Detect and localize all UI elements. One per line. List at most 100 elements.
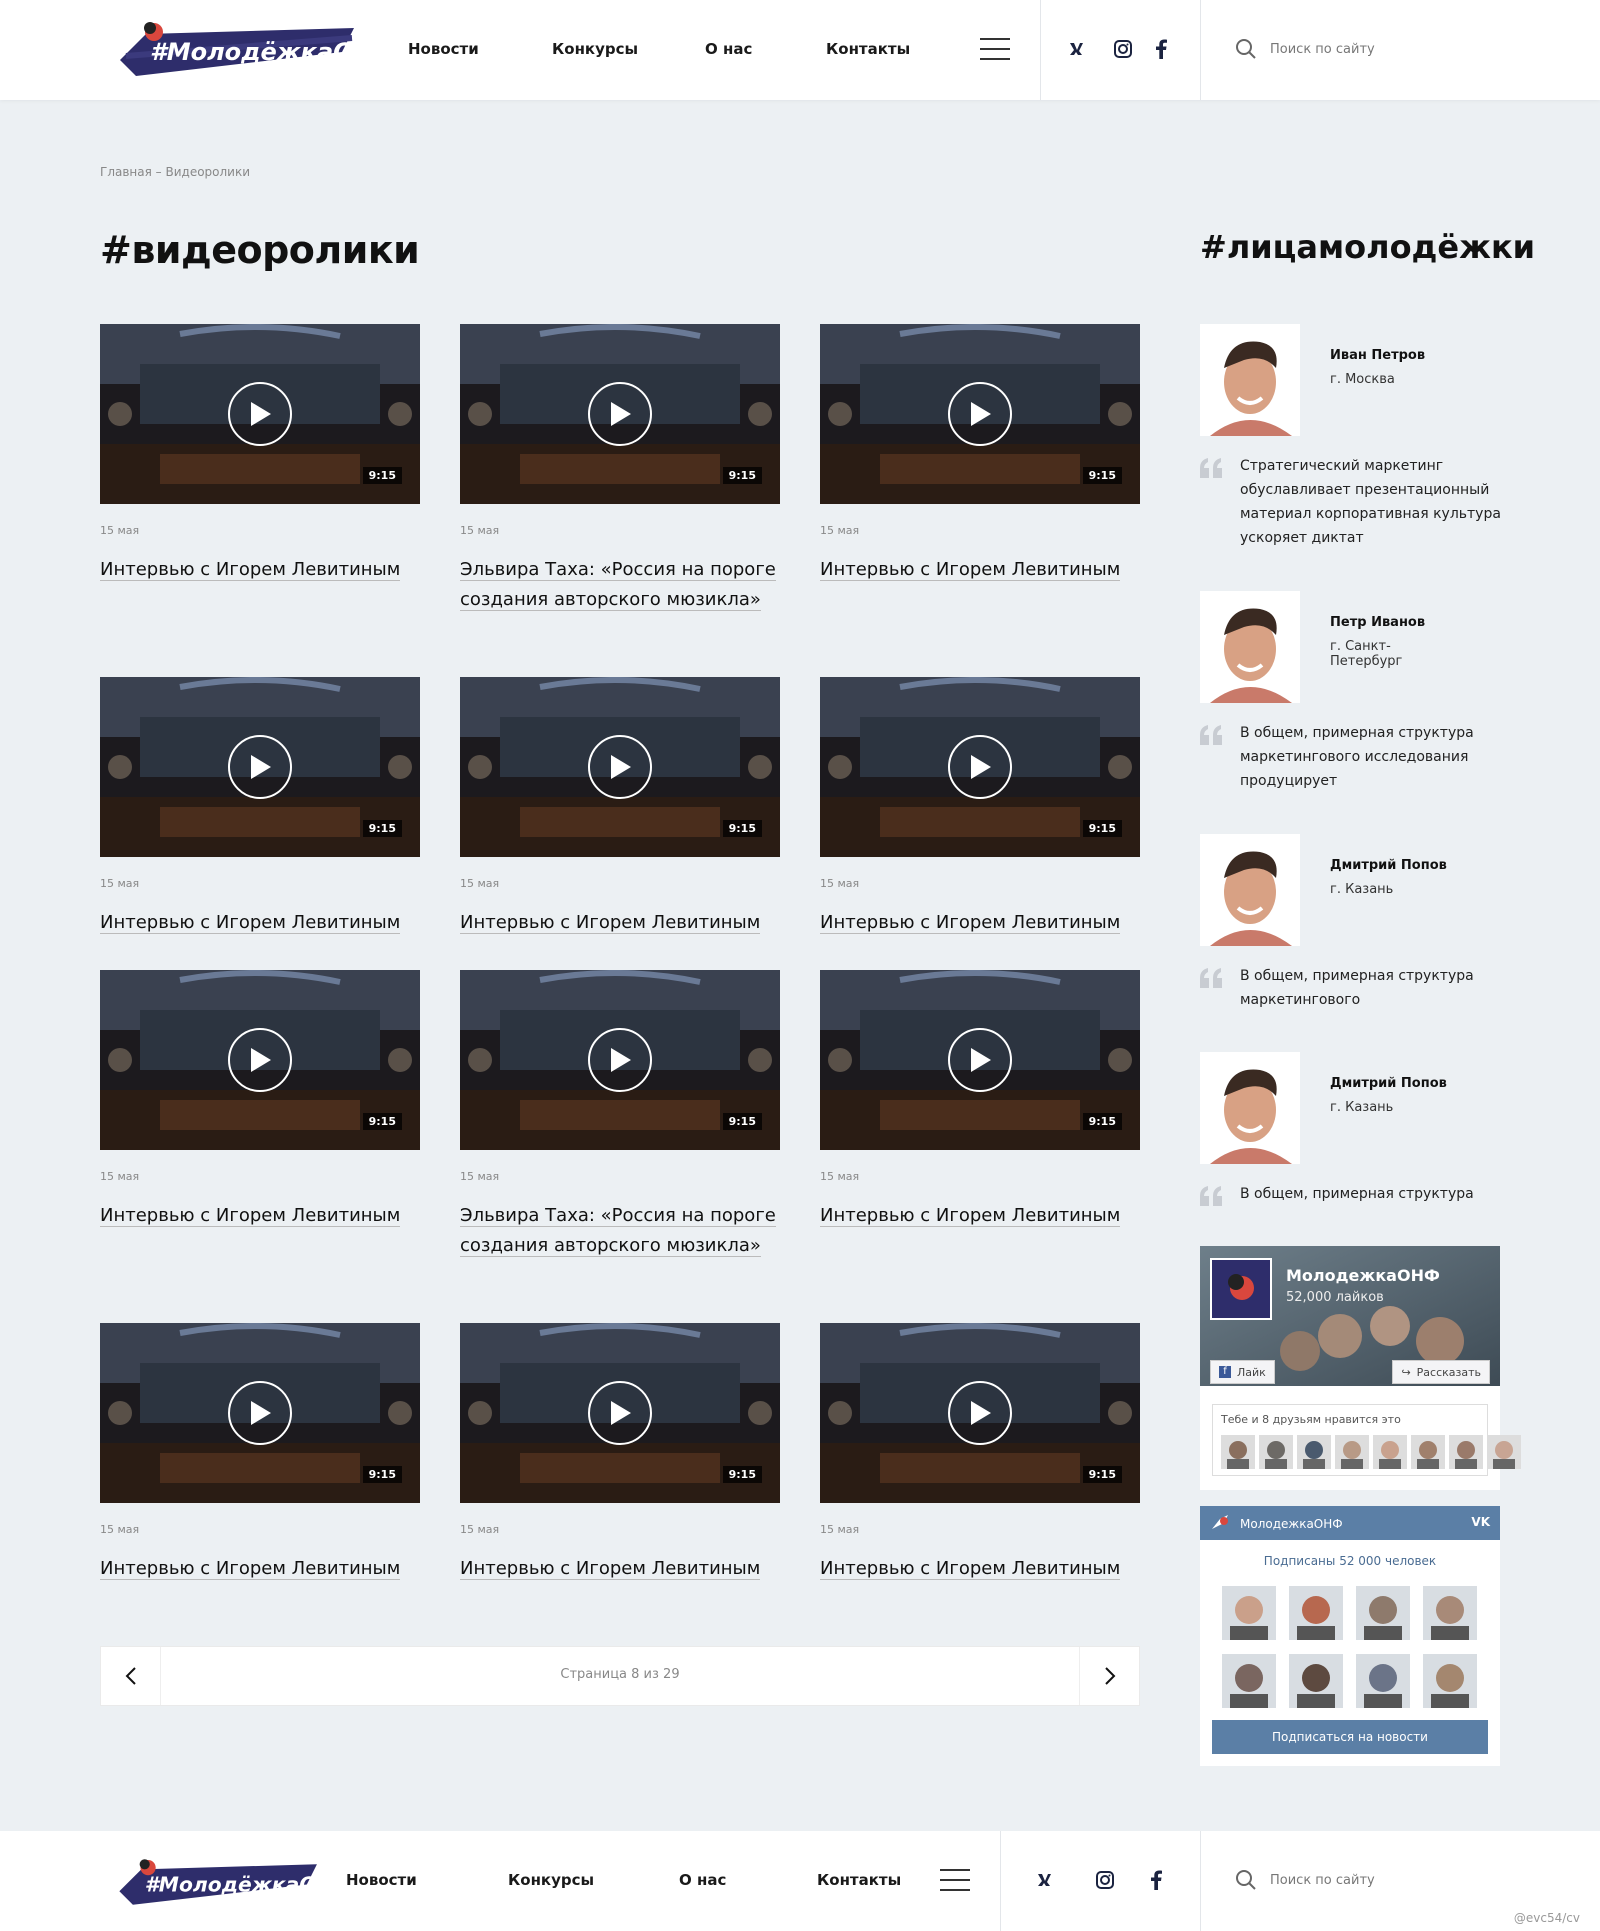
facebook-icon[interactable] [1148,36,1174,62]
video-thumbnail[interactable]: 9:15 [100,970,420,1150]
nav-contacts[interactable]: Контакты [826,40,910,58]
search-icon[interactable] [1235,38,1257,60]
vk-group-name[interactable]: МолодежкаОНФ [1240,1517,1343,1531]
facebook-page-name[interactable]: МолодежкаОНФ [1286,1266,1440,1285]
video-title-link[interactable]: Интервью с Игорем Левитиным [100,1205,401,1227]
video-thumbnail[interactable]: 9:15 [820,324,1140,504]
footer-search-input[interactable] [1270,1867,1490,1893]
avatar[interactable] [1200,1052,1300,1164]
person-name[interactable]: Иван Петров [1330,348,1425,363]
video-thumbnail[interactable]: 9:15 [820,970,1140,1150]
vk-subscribers[interactable]: Подписаны 52 000 человек [1200,1554,1500,1568]
video-thumbnail[interactable]: 9:15 [460,324,780,504]
video-title-link[interactable]: Интервью с Игорем Левитиным [460,1558,761,1580]
play-icon[interactable] [948,1381,1012,1445]
vk-icon[interactable] [1068,36,1094,62]
video-card[interactable]: 9:15 15 мая Интервью с Игорем Левитиным [820,677,1140,938]
friend-avatar[interactable] [1449,1435,1483,1469]
video-thumbnail[interactable]: 9:15 [820,1323,1140,1503]
video-title-link[interactable]: Интервью с Игорем Левитиным [820,912,1121,934]
play-icon[interactable] [228,382,292,446]
play-icon[interactable] [948,735,1012,799]
play-icon[interactable] [948,382,1012,446]
video-card[interactable]: 9:15 15 мая Интервью с Игорем Левитиным [460,677,780,938]
video-card[interactable]: 9:15 15 мая Эльвира Таха: «Россия на порог… [460,970,780,1261]
video-card[interactable]: 9:15 15 мая Интервью с Игорем Левитиным [100,1323,420,1584]
video-title-link[interactable]: Эльвира Таха: «Россия на пороге создания… [460,1205,776,1257]
instagram-icon[interactable] [1092,1867,1118,1893]
member-avatar[interactable] [1222,1586,1276,1640]
play-icon[interactable] [588,735,652,799]
footer-menu-burger-icon[interactable] [940,1869,970,1891]
play-icon[interactable] [588,1381,652,1445]
friend-avatar[interactable] [1373,1435,1407,1469]
video-card[interactable]: 9:15 15 мая Интервью с Игорем Левитиным [100,677,420,938]
play-icon[interactable] [948,1028,1012,1092]
person-name[interactable]: Дмитрий Попов [1330,858,1447,873]
facebook-icon[interactable] [1143,1867,1169,1893]
video-card[interactable]: 9:15 15 мая Интервью с Игорем Левитиным [820,1323,1140,1584]
play-icon[interactable] [588,382,652,446]
prev-page-button[interactable] [101,1647,161,1705]
instagram-icon[interactable] [1110,36,1136,62]
vk-subscribe-button[interactable]: Подписаться на новости [1212,1720,1488,1754]
video-title-link[interactable]: Интервью с Игорем Левитиным [820,1558,1121,1580]
play-icon[interactable] [588,1028,652,1092]
avatar[interactable] [1200,324,1300,436]
member-avatar[interactable] [1289,1586,1343,1640]
vk-icon[interactable]: VK [1471,1515,1490,1529]
friend-avatar[interactable] [1221,1435,1255,1469]
video-card[interactable]: 9:15 15 мая Интервью с Игорем Левитиным [460,1323,780,1584]
friend-avatar[interactable] [1297,1435,1331,1469]
member-avatar[interactable] [1289,1654,1343,1708]
breadcrumb-home[interactable]: Главная [100,165,152,179]
video-thumbnail[interactable]: 9:15 [100,324,420,504]
footer-nav-contests[interactable]: Конкурсы [508,1871,594,1889]
vk-icon[interactable] [1036,1867,1062,1893]
member-avatar[interactable] [1356,1654,1410,1708]
video-thumbnail[interactable]: 9:15 [460,970,780,1150]
nav-about[interactable]: О нас [705,40,752,58]
video-title-link[interactable]: Интервью с Игорем Левитиным [820,559,1121,581]
footer-logo[interactable]: #МолодёжкаОНФ [116,1849,354,1915]
play-icon[interactable] [228,1028,292,1092]
video-thumbnail[interactable]: 9:15 [820,677,1140,857]
next-page-button[interactable] [1079,1647,1139,1705]
footer-nav-about[interactable]: О нас [679,1871,726,1889]
member-avatar[interactable] [1222,1654,1276,1708]
footer-nav-contacts[interactable]: Контакты [817,1871,901,1889]
nav-news[interactable]: Новости [408,40,479,58]
footer-nav-news[interactable]: Новости [346,1871,417,1889]
video-title-link[interactable]: Интервью с Игорем Левитиным [460,912,761,934]
member-avatar[interactable] [1423,1654,1477,1708]
video-card[interactable]: 9:15 15 мая Интервью с Игорем Левитиным [100,324,420,585]
avatar[interactable] [1200,591,1300,703]
search-input[interactable] [1270,36,1490,62]
site-logo[interactable]: #МолодёжкаОНФ [116,16,397,82]
friend-avatar[interactable] [1411,1435,1445,1469]
video-card[interactable]: 9:15 15 мая Интервью с Игорем Левитиным [820,970,1140,1231]
video-title-link[interactable]: Интервью с Игорем Левитиным [100,1558,401,1580]
friend-avatar[interactable] [1487,1435,1521,1469]
play-icon[interactable] [228,735,292,799]
nav-contests[interactable]: Конкурсы [552,40,638,58]
friend-avatar[interactable] [1259,1435,1293,1469]
video-card[interactable]: 9:15 15 мая Интервью с Игорем Левитиным [100,970,420,1231]
avatar[interactable] [1200,834,1300,946]
video-card[interactable]: 9:15 15 мая Интервью с Игорем Левитиным [820,324,1140,585]
member-avatar[interactable] [1356,1586,1410,1640]
video-thumbnail[interactable]: 9:15 [100,677,420,857]
person-name[interactable]: Петр Иванов [1330,615,1425,630]
person-name[interactable]: Дмитрий Попов [1330,1076,1447,1091]
facebook-like-button[interactable]: f Лайк [1210,1360,1275,1384]
search-icon[interactable] [1235,1869,1257,1891]
friend-avatar[interactable] [1335,1435,1369,1469]
facebook-share-button[interactable]: ↪ Рассказать [1392,1360,1490,1384]
menu-burger-icon[interactable] [980,38,1010,60]
video-title-link[interactable]: Эльвира Таха: «Россия на пороге создания… [460,559,776,611]
video-title-link[interactable]: Интервью с Игорем Левитиным [820,1205,1121,1227]
play-icon[interactable] [228,1381,292,1445]
video-card[interactable]: 9:15 15 мая Эльвира Таха: «Россия на порог… [460,324,780,615]
video-thumbnail[interactable]: 9:15 [460,677,780,857]
video-thumbnail[interactable]: 9:15 [100,1323,420,1503]
